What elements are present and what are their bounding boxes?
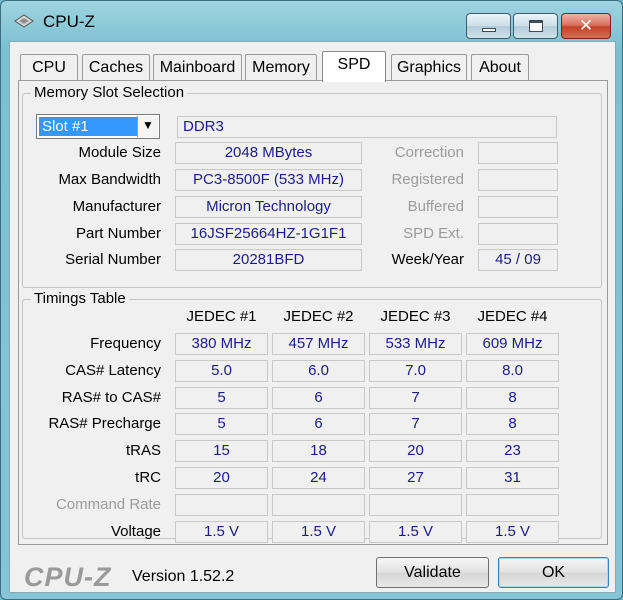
close-icon: ✕ [578,16,594,35]
timing-cell [175,494,268,516]
serial-number-label: Serial Number [65,251,161,268]
timing-row-label: Frequency [90,335,161,352]
timing-cell: 533 MHz [369,333,462,355]
timing-cell: 6 [272,413,365,435]
timing-row-label: RAS# to CAS# [61,389,161,406]
timing-cell: 20 [369,440,462,462]
timing-row-label: Voltage [110,523,161,540]
manufacturer-value: Micron Technology [175,196,362,218]
registered-label: Registered [391,171,464,188]
window-title: CPU-Z [43,12,95,31]
buffered-value [478,196,558,218]
timing-cell: 27 [369,467,462,489]
timings-table-title: Timings Table [31,290,129,307]
minimize-icon [482,28,496,32]
memory-slot-selection-title: Memory Slot Selection [31,84,188,101]
slot-select-value: Slot #1 [39,117,137,136]
minimize-button[interactable] [466,13,511,39]
timing-cell: 15 [175,440,268,462]
tab-cpu[interactable]: CPU [20,54,78,81]
max-bandwidth-value: PC3-8500F (533 MHz) [175,169,362,191]
column-jedec-1: JEDEC #1 [186,308,257,325]
timing-row-label: Command Rate [55,496,161,513]
maximize-button[interactable] [513,13,558,39]
version-label: Version 1.52.2 [132,568,235,585]
tab-spd[interactable]: SPD [322,51,386,82]
timing-row-label: tRAS [125,442,161,459]
maximize-icon [529,20,543,32]
tab-about[interactable]: About [471,54,529,81]
module-size-label: Module Size [78,144,161,161]
slot-select[interactable]: Slot #1 ▼ [36,114,160,139]
timing-cell [466,494,559,516]
timing-cell: 1.5 V [175,521,268,543]
timing-cell: 5.0 [175,360,268,382]
timing-cell: 5 [175,413,268,435]
timing-row-label: CAS# Latency [65,362,161,379]
chevron-down-icon[interactable]: ▼ [137,116,158,137]
timing-row-label: RAS# Precharge [48,415,161,432]
timing-row-label: tRC [135,469,161,486]
timing-cell: 20 [175,467,268,489]
tab-memory[interactable]: Memory [245,54,317,81]
timing-cell: 7 [369,387,462,409]
timing-cell: 1.5 V [466,521,559,543]
timing-cell: 7 [369,413,462,435]
timing-cell: 5 [175,387,268,409]
tab-caches[interactable]: Caches [82,54,150,81]
max-bandwidth-label: Max Bandwidth [58,171,161,188]
part-number-label: Part Number [75,225,161,242]
module-size-value: 2048 MBytes [175,142,362,164]
timing-cell: 457 MHz [272,333,365,355]
column-jedec-4: JEDEC #4 [477,308,548,325]
cpu-z-app-icon [14,14,34,28]
tab-mainboard[interactable]: Mainboard [153,54,242,81]
cpu-z-window: CPU-Z ✕ CPU Caches Mainboard Memory SPD … [0,0,623,600]
registered-value [478,169,558,191]
serial-number-value: 20281BFD [175,249,362,271]
manufacturer-label: Manufacturer [72,198,161,215]
timing-cell: 8.0 [466,360,559,382]
timing-cell: 8 [466,387,559,409]
timing-cell: 23 [466,440,559,462]
timing-cell [369,494,462,516]
timing-cell: 31 [466,467,559,489]
timing-cell: 380 MHz [175,333,268,355]
validate-button[interactable]: Validate [376,557,489,588]
timing-cell: 24 [272,467,365,489]
tab-strip: CPU Caches Mainboard Memory SPD Graphics… [20,51,610,82]
timing-cell: 18 [272,440,365,462]
memory-type-field: DDR3 [177,116,557,138]
timing-cell: 609 MHz [466,333,559,355]
timing-cell: 1.5 V [272,521,365,543]
correction-value [478,142,558,164]
timing-cell: 6 [272,387,365,409]
week-year-label: Week/Year [391,251,464,268]
client-area: CPU Caches Mainboard Memory SPD Graphics… [9,41,616,593]
ok-button[interactable]: OK [498,557,609,588]
timing-cell [272,494,365,516]
timing-cell: 6.0 [272,360,365,382]
tab-graphics[interactable]: Graphics [391,54,467,81]
column-jedec-2: JEDEC #2 [283,308,354,325]
part-number-value: 16JSF25664HZ-1G1F1 [175,223,362,245]
spd-ext-value [478,223,558,245]
spd-ext-label: SPD Ext. [403,225,464,242]
title-bar[interactable]: CPU-Z ✕ [1,1,622,41]
buffered-label: Buffered [407,198,464,215]
timing-cell: 7.0 [369,360,462,382]
spd-panel: Memory Slot Selection Slot #1 ▼ DDR3 Mod… [18,80,608,545]
column-jedec-3: JEDEC #3 [380,308,451,325]
timing-cell: 8 [466,413,559,435]
memory-slot-selection-group: Memory Slot Selection Slot #1 ▼ DDR3 Mod… [22,84,602,288]
timings-table-group: Timings Table JEDEC #1 JEDEC #2 JEDEC #3… [22,290,602,543]
cpu-z-logo: CPU-Z [24,562,112,592]
close-button[interactable]: ✕ [561,13,611,39]
timing-cell: 1.5 V [369,521,462,543]
correction-label: Correction [394,144,464,161]
week-year-value: 45 / 09 [478,249,558,271]
